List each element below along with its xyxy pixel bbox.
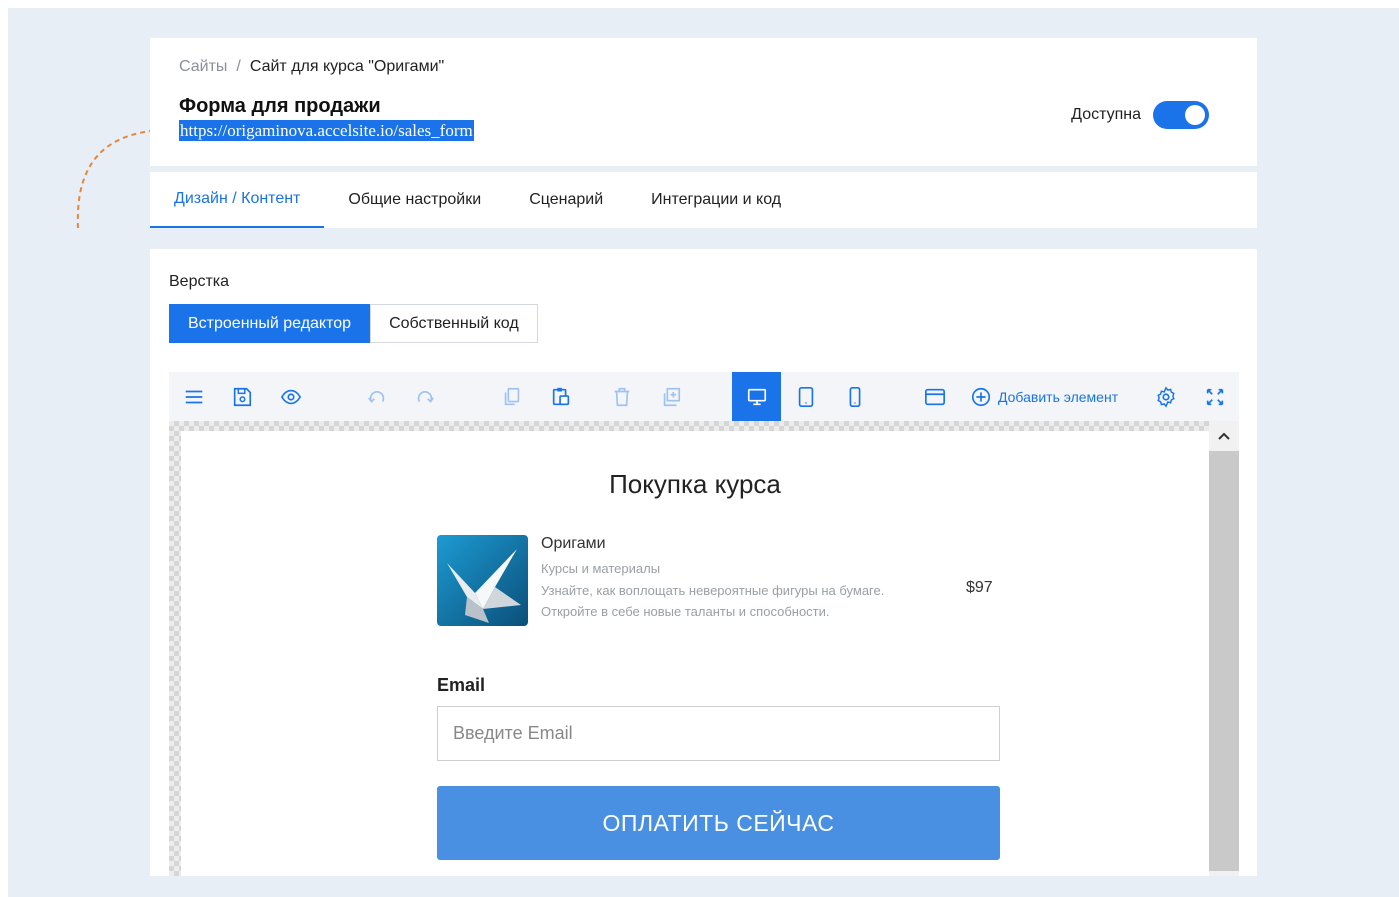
product-category: Курсы и материалы: [541, 561, 661, 576]
editor-card: Верстка Встроенный редактор Собственный …: [150, 249, 1257, 876]
scroll-thumb[interactable]: [1209, 451, 1239, 871]
form-title: Покупка курса: [609, 469, 781, 499]
breadcrumb: Сайты / Сайт для курса "Оригами": [179, 58, 444, 76]
email-label: Email: [437, 675, 486, 695]
custom-code-button[interactable]: Собственный код: [370, 304, 538, 343]
paste-icon[interactable]: [536, 372, 585, 421]
email-input[interactable]: [437, 706, 1000, 761]
toggle-knob: [1185, 105, 1205, 125]
settings-gear-icon[interactable]: [1141, 372, 1190, 421]
add-element-icon: [971, 387, 991, 406]
copy-icon[interactable]: [487, 372, 536, 421]
canvas-scrollbar[interactable]: [1209, 421, 1239, 876]
layout-mode-group: Встроенный редактор Собственный код: [169, 304, 538, 343]
tab-2[interactable]: Сценарий: [505, 172, 627, 228]
tab-3[interactable]: Интеграции и код: [627, 172, 805, 228]
preview-eye-icon[interactable]: [266, 372, 315, 421]
menu-icon[interactable]: [169, 372, 218, 421]
browser-window-icon[interactable]: [910, 372, 959, 421]
tablet-icon[interactable]: [781, 372, 830, 421]
tab-1[interactable]: Общие настройки: [324, 172, 505, 228]
tabs-bar: Дизайн / Контент Общие настройки Сценарий И…: [150, 172, 1257, 228]
availability-control: Доступна: [1071, 101, 1209, 129]
editor-canvas: Покупка курса Оригами Курсы и материалы …: [169, 421, 1239, 876]
editor-toolbar: Добавить элемент: [169, 372, 1239, 421]
page-url-link[interactable]: https://origaminova.accelsite.io/sales_f…: [179, 120, 474, 141]
header-card: Сайты / Сайт для курса "Оригами" Форма для…: [150, 38, 1257, 166]
mobile-icon[interactable]: [830, 372, 879, 421]
form-preview: Покупка курса Оригами Курсы и материалы …: [181, 431, 1209, 876]
duplicate-icon[interactable]: [646, 372, 695, 421]
pay-now-button[interactable]: ОПЛАТИТЬ СЕЙЧАС: [437, 786, 1000, 860]
product-price: $97: [966, 579, 993, 596]
product-image: [437, 535, 528, 626]
product-block: Оригами Курсы и материалы Узнайте, как в…: [437, 535, 1000, 645]
availability-toggle[interactable]: [1153, 101, 1209, 129]
page-title: Форма для продажи: [179, 95, 381, 117]
delete-icon[interactable]: [597, 372, 646, 421]
fullscreen-icon[interactable]: [1190, 372, 1239, 421]
availability-label: Доступна: [1071, 106, 1141, 123]
product-description: Узнайте, как воплощать невероятные фигур…: [541, 583, 885, 619]
add-element-button[interactable]: Добавить элемент: [970, 372, 1118, 421]
undo-icon[interactable]: [352, 372, 401, 421]
layout-section-label: Верстка: [169, 273, 230, 290]
tab-0[interactable]: Дизайн / Контент: [150, 172, 325, 228]
add-element-label: Добавить элемент: [998, 388, 1119, 405]
breadcrumb-separator: /: [236, 58, 241, 75]
redo-icon[interactable]: [400, 372, 449, 421]
breadcrumb-current: Сайт для курса "Оригами": [249, 58, 445, 75]
product-name: Оригами: [541, 535, 606, 552]
save-icon[interactable]: [217, 372, 266, 421]
breadcrumb-sites-link[interactable]: Сайты: [179, 58, 227, 75]
builtin-editor-button[interactable]: Встроенный редактор: [169, 304, 371, 343]
desktop-icon[interactable]: [732, 372, 781, 421]
scroll-up-icon[interactable]: [1209, 421, 1239, 451]
